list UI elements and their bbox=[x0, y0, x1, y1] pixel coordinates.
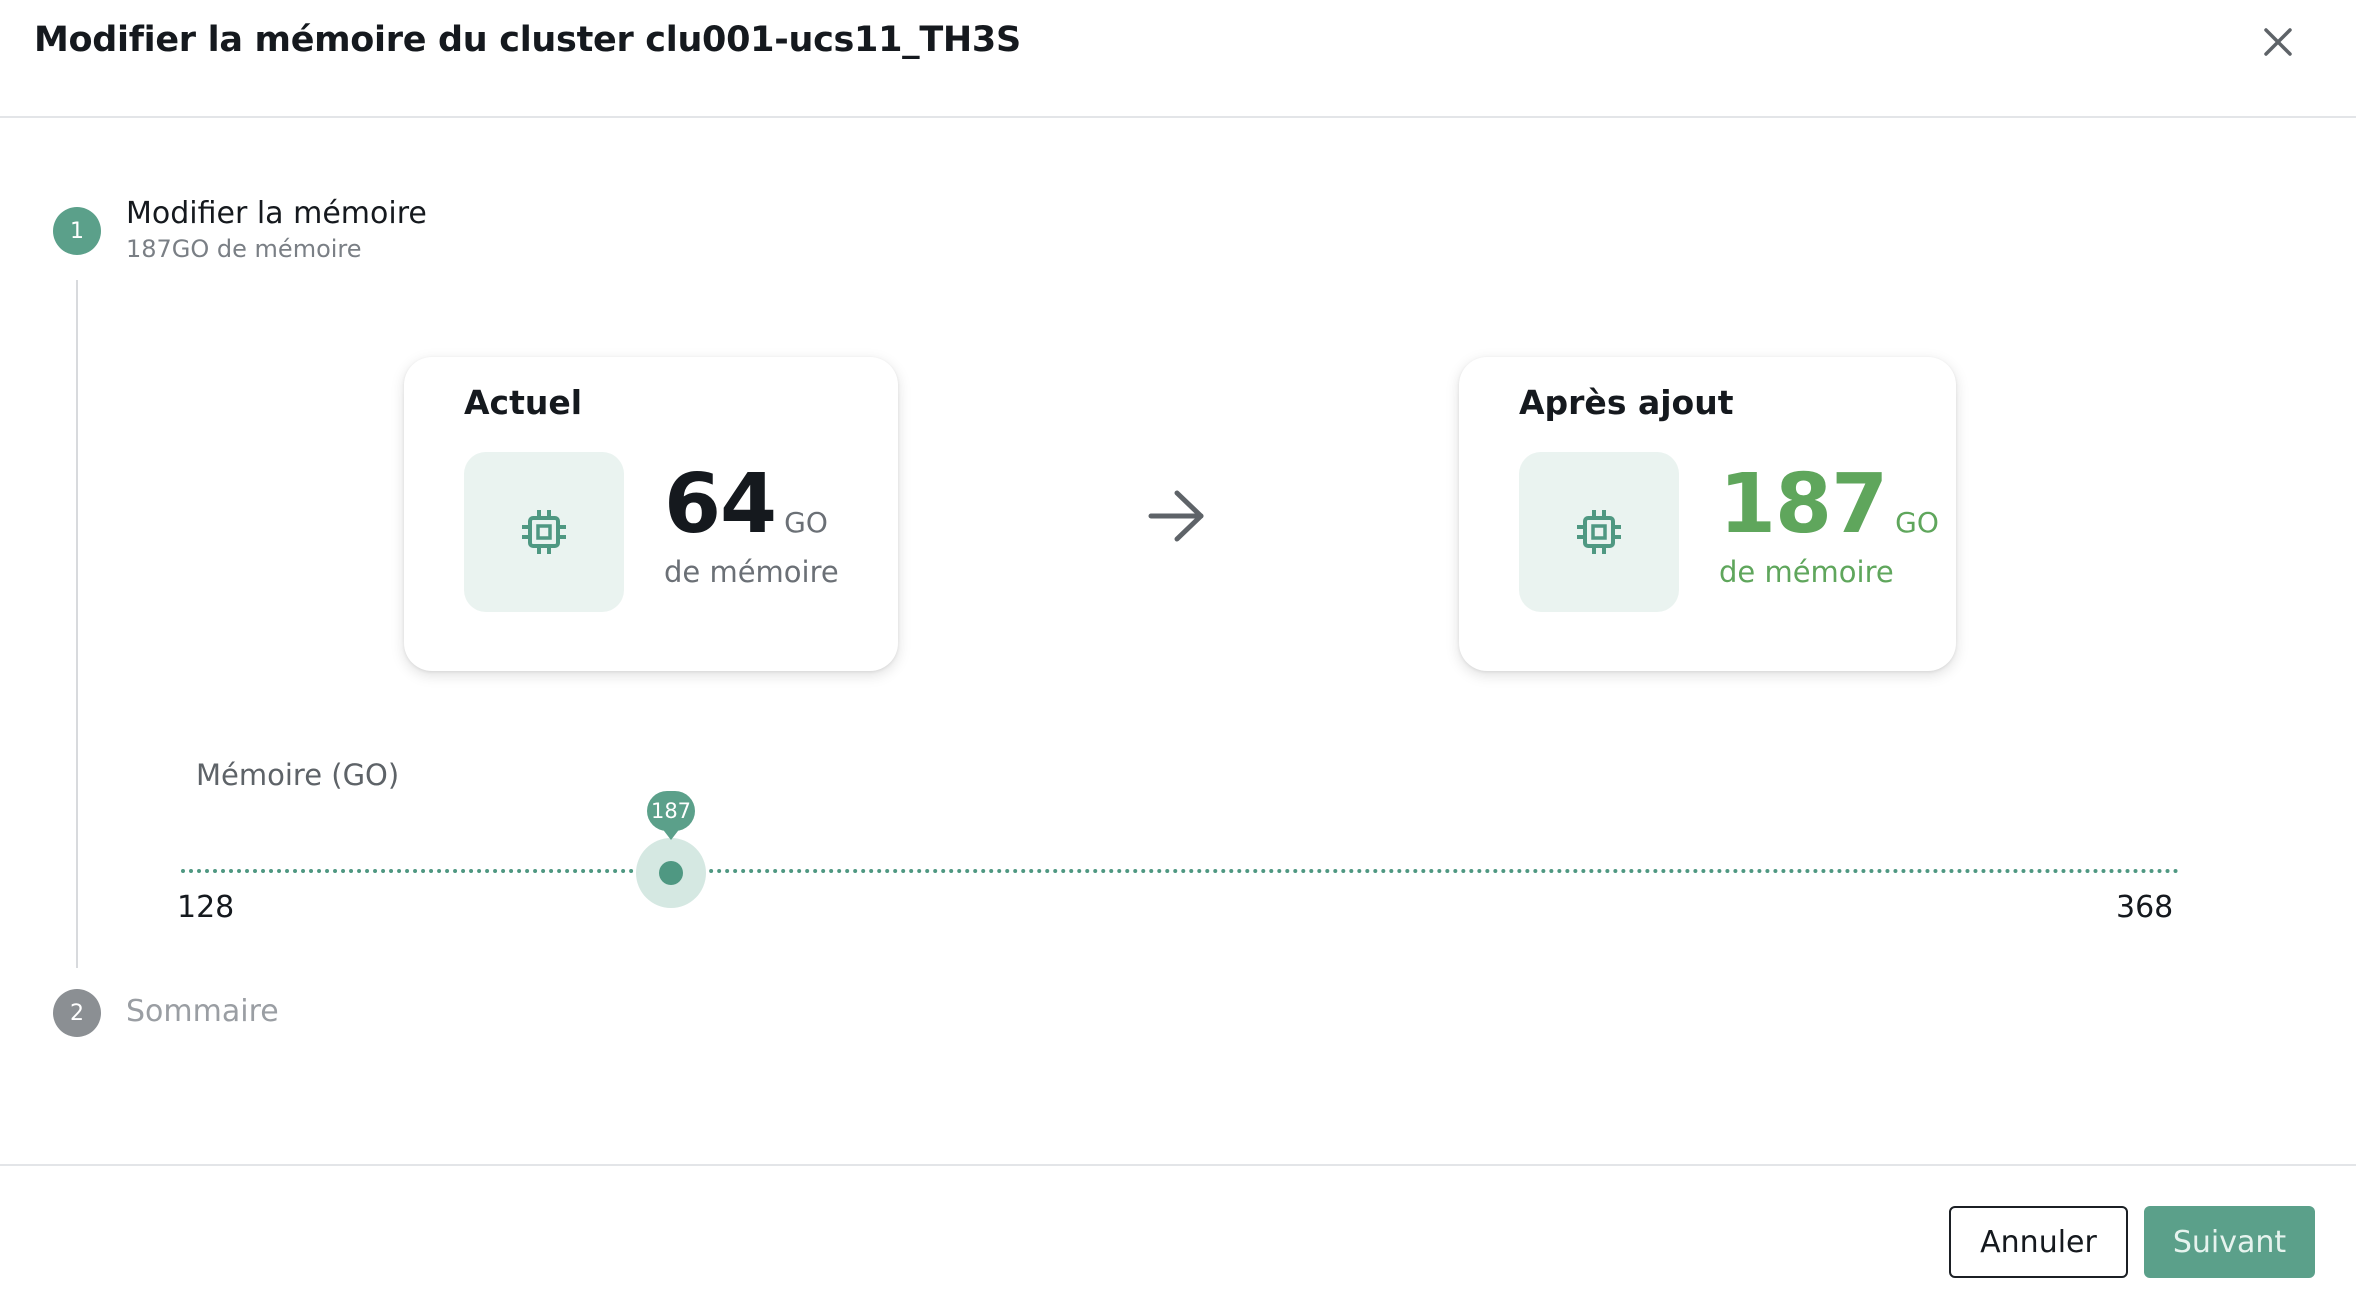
after-memory-caption: de mémoire bbox=[1719, 555, 1894, 589]
current-card-label: Actuel bbox=[464, 383, 583, 422]
memory-slider-label: Mémoire (GO) bbox=[196, 758, 400, 792]
after-card-label: Après ajout bbox=[1519, 383, 1734, 422]
after-memory-unit: GO bbox=[1895, 506, 1939, 539]
step-1-subtitle: 187GO de mémoire bbox=[126, 235, 362, 263]
arrow-right-icon bbox=[1147, 488, 1207, 544]
close-icon[interactable] bbox=[2256, 20, 2300, 64]
slider-min-label: 128 bbox=[177, 890, 235, 925]
current-memory-value: 64 bbox=[664, 457, 777, 552]
step-2-title: Sommaire bbox=[126, 994, 279, 1029]
current-memory-unit: GO bbox=[784, 506, 828, 539]
memory-slider-thumb[interactable] bbox=[659, 861, 683, 885]
dialog-header: Modifier la mémoire du cluster clu001-uc… bbox=[0, 0, 2356, 118]
dialog-footer: Annuler Suivant bbox=[0, 1164, 2356, 1298]
step-2-indicator: 2 bbox=[53, 989, 101, 1037]
after-memory-card: Après ajout 187 GO de mémoire bbox=[1459, 357, 1956, 671]
slider-max-label: 368 bbox=[2116, 890, 2174, 925]
after-memory-value: 187 bbox=[1719, 457, 1888, 552]
memory-chip-icon bbox=[1519, 452, 1679, 612]
current-memory-caption: de mémoire bbox=[664, 555, 839, 589]
current-value-row: 64 GO bbox=[664, 457, 828, 552]
memory-slider-track[interactable] bbox=[181, 869, 2180, 873]
next-button[interactable]: Suivant bbox=[2144, 1206, 2315, 1278]
cancel-button[interactable]: Annuler bbox=[1949, 1206, 2128, 1278]
step-1-title: Modifier la mémoire bbox=[126, 196, 427, 231]
after-value-row: 187 GO bbox=[1719, 457, 1939, 552]
stepper-connector bbox=[76, 280, 78, 968]
slider-value-tooltip: 187 bbox=[647, 791, 695, 831]
dialog-title: Modifier la mémoire du cluster clu001-uc… bbox=[34, 20, 1021, 60]
current-memory-card: Actuel 64 GO de mémoire bbox=[404, 357, 898, 671]
memory-chip-icon bbox=[464, 452, 624, 612]
step-1-indicator: 1 bbox=[53, 207, 101, 255]
